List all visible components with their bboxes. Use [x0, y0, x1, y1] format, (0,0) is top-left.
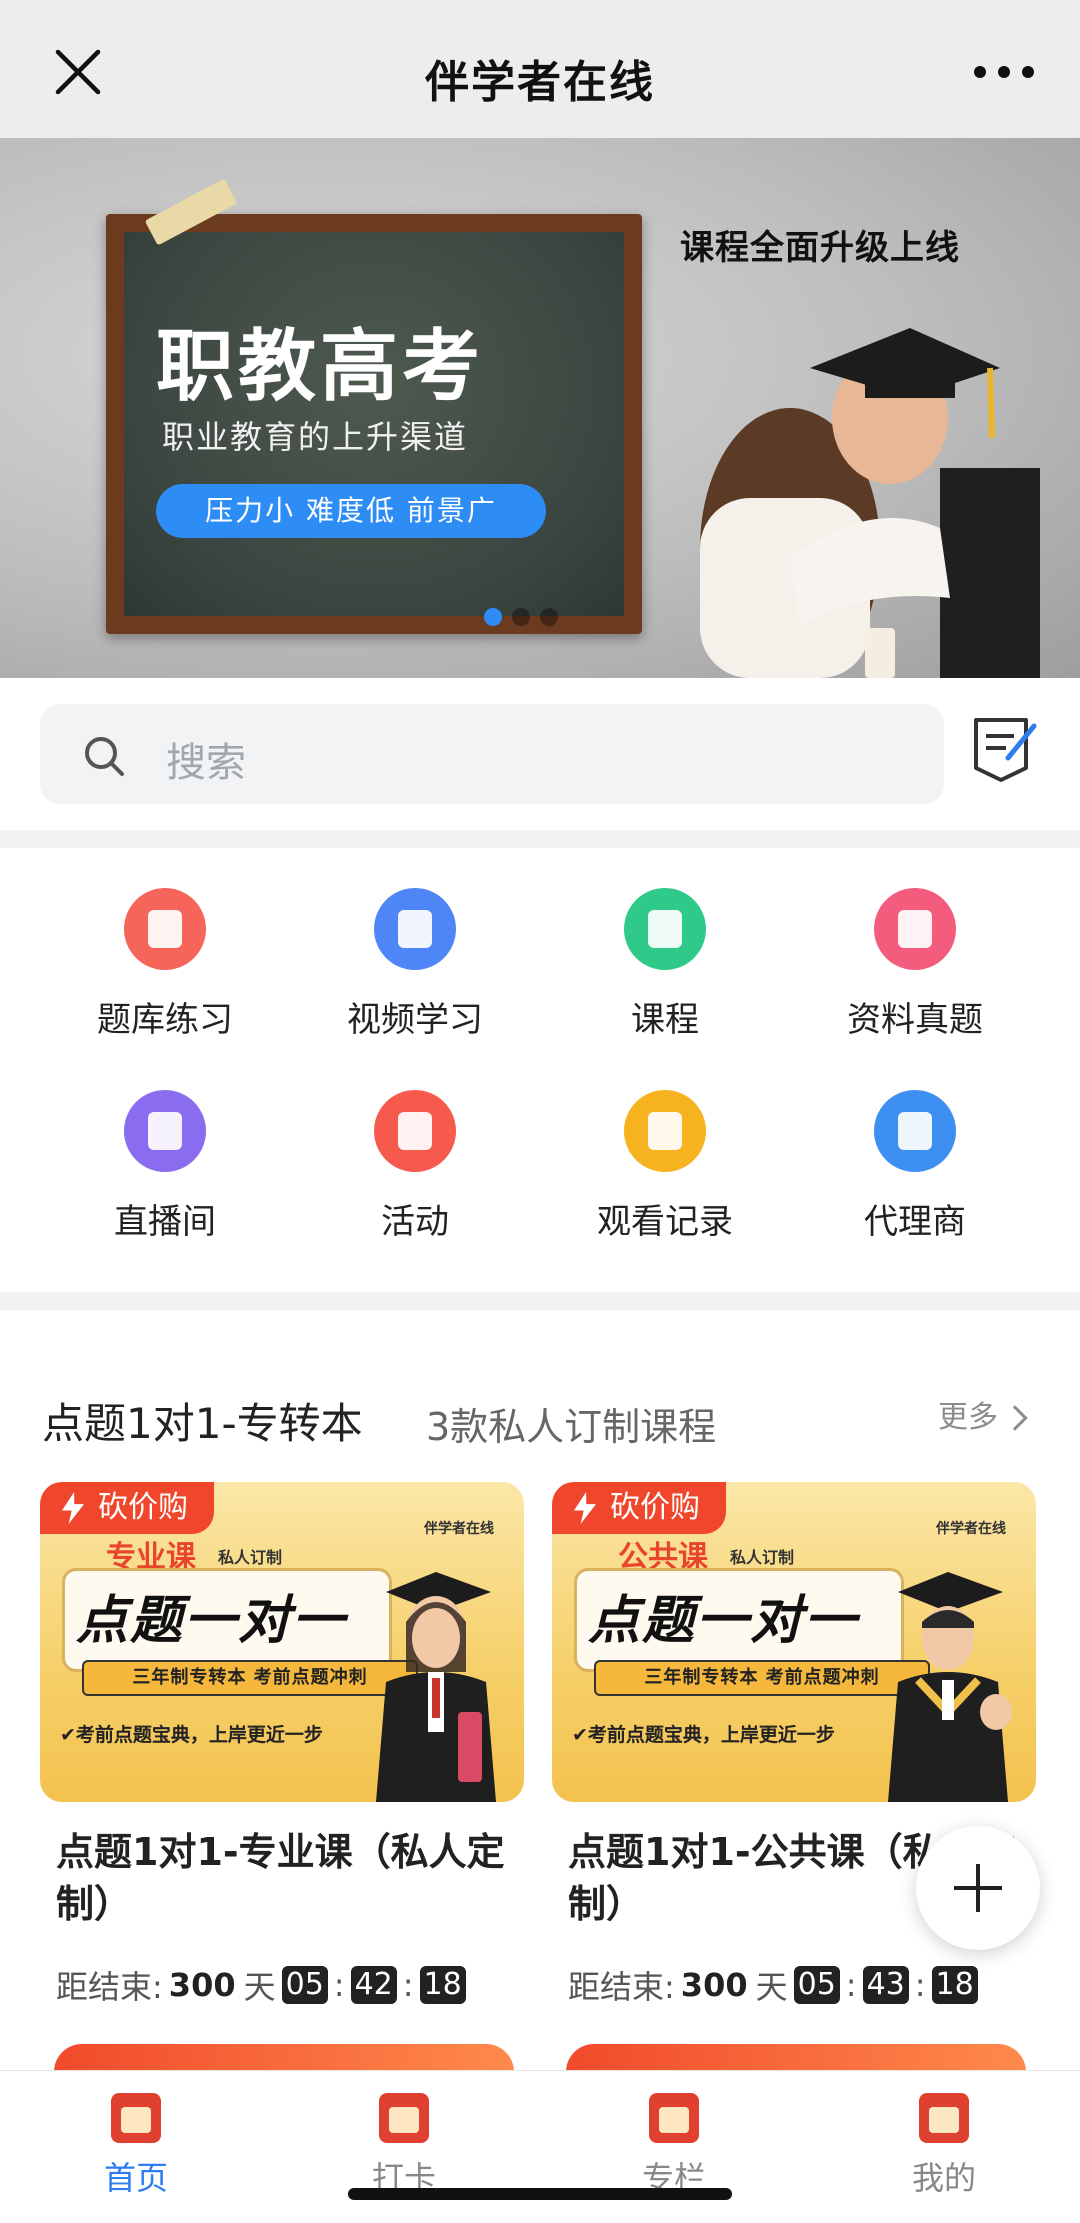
banner-headline: 职教高考 [156, 322, 485, 412]
search-input[interactable]: 搜索 [40, 704, 944, 804]
tab-checkin[interactable]: 打卡 [324, 2093, 484, 2199]
grid-item-label: 观看记录 [597, 1202, 733, 1242]
home-fortune-icon [111, 2093, 161, 2143]
graduates-photo [700, 328, 1040, 678]
grid-item-course[interactable]: 课程 [540, 888, 790, 1041]
custom-label: 私人订制 [218, 1548, 283, 1567]
top-nav-bar: 伴学者在线 [0, 0, 1080, 138]
video-icon [374, 888, 456, 970]
bargain-tag: 砍价购 [40, 1482, 214, 1534]
carousel-dot[interactable] [512, 608, 530, 626]
brand-logo-text: 伴学者在线 [424, 1521, 494, 1537]
history-icon [624, 1090, 706, 1172]
banner-pill: 压力小 难度低 前景广 [156, 484, 546, 538]
course-card[interactable]: 砍价购 专业课 私人订制 伴学者在线 点题一对一 三年制专转本 考前点题冲刺 ✔… [40, 1482, 524, 2104]
lightning-icon [62, 1492, 84, 1524]
chevron-right-icon [1002, 1405, 1028, 1431]
tab-home[interactable]: 首页 [56, 2093, 216, 2199]
tab-label: 首页 [103, 2159, 168, 2197]
grid-item-video[interactable]: 视频学习 [290, 888, 540, 1041]
chalkboard-graphic: 职教高考 职业教育的上升渠道 压力小 难度低 前景广 [106, 178, 642, 634]
banner-subtitle: 职业教育的上升渠道 [162, 418, 469, 456]
search-row: 搜索 [0, 678, 1080, 830]
grid-item-label: 活动 [381, 1202, 449, 1242]
feature-grid: 题库练习 视频学习 课程 资料真题 直播间 活动 观看记录 代理商 [0, 848, 1080, 1292]
grid-item-label: 课程 [631, 1000, 699, 1040]
countdown-minutes: 43 [862, 1966, 909, 2004]
more-link[interactable]: 更多 [938, 1392, 1028, 1436]
carousel-dot-active[interactable] [484, 608, 502, 626]
lightning-icon [574, 1492, 596, 1524]
countdown-day-unit: 天 [755, 1968, 788, 2006]
search-icon [85, 737, 124, 776]
promo-banner[interactable]: 职教高考 职业教育的上升渠道 压力小 难度低 前景广 课程全面升级上线 [0, 138, 1080, 678]
grid-item-label: 题库练习 [97, 1000, 233, 1040]
grid-item-history[interactable]: 观看记录 [540, 1090, 790, 1243]
grid-item-agent[interactable]: 代理商 [790, 1090, 1040, 1243]
profile-icon [919, 2093, 969, 2143]
course-section: 点题1对1-专转本 3款私人订制课程 更多 砍价购 专业课 私人订制 伴学者在线… [0, 1310, 1080, 2104]
countdown: 距结束: 300 天 05: 42: 18 [56, 1962, 472, 2008]
more-label: 更多 [938, 1400, 998, 1435]
grid-item-label: 资料真题 [847, 1000, 983, 1040]
section-title: 点题1对1-专转本 [42, 1399, 363, 1448]
course-card-image[interactable]: 砍价购 公共课 私人订制 伴学者在线 点题一对一 三年制专转本 考前点题冲刺 ✔… [552, 1482, 1036, 1802]
countdown-hours: 05 [793, 1966, 840, 2004]
column-icon [649, 2093, 699, 2143]
custom-label: 私人订制 [730, 1548, 795, 1567]
page-title: 伴学者在线 [425, 57, 655, 108]
agent-icon [874, 1090, 956, 1172]
bottom-tab-bar: 首页 打卡 专栏 我的 [0, 2070, 1080, 2223]
home-indicator [348, 2188, 732, 2200]
folder-icon [874, 888, 956, 970]
brand-logo-text: 伴学者在线 [936, 1521, 1006, 1537]
add-button[interactable] [916, 1826, 1040, 1950]
tab-column[interactable]: 专栏 [594, 2093, 754, 2199]
flame-icon [374, 1090, 456, 1172]
grid-item-activity[interactable]: 活动 [290, 1090, 540, 1243]
countdown-day-unit: 天 [243, 1968, 276, 2006]
notes-icon[interactable] [968, 712, 1040, 784]
countdown-days: 300 [680, 1966, 748, 2004]
countdown-hours: 05 [281, 1966, 328, 2004]
bargain-tag: 砍价购 [552, 1482, 726, 1534]
grid-item-label: 视频学习 [347, 1000, 483, 1040]
countdown: 距结束: 300 天 05: 43: 18 [568, 1962, 984, 2008]
graduate-illustration [376, 1572, 496, 1802]
card-headline: 点题一对一 [588, 1591, 859, 1651]
grid-item-question-bank[interactable]: 题库练习 [40, 888, 290, 1041]
question-bank-icon [124, 888, 206, 970]
grid-item-materials[interactable]: 资料真题 [790, 888, 1040, 1041]
countdown-days: 300 [168, 1966, 236, 2004]
course-card[interactable]: 砍价购 公共课 私人订制 伴学者在线 点题一对一 三年制专转本 考前点题冲刺 ✔… [552, 1482, 1036, 2104]
course-icon [624, 888, 706, 970]
countdown-label: 距结束: [56, 1968, 163, 2006]
tab-profile[interactable]: 我的 [864, 2093, 1024, 2199]
countdown-minutes: 42 [350, 1966, 397, 2004]
carousel-dot[interactable] [540, 608, 558, 626]
countdown-seconds: 18 [931, 1966, 978, 2004]
grid-item-live[interactable]: 直播间 [40, 1090, 290, 1243]
more-options-icon[interactable] [974, 62, 1034, 82]
checkin-icon [379, 2093, 429, 2143]
card-headline: 点题一对一 [76, 1591, 347, 1651]
banner-slogan: 课程全面升级上线 [680, 228, 960, 268]
course-title[interactable]: 点题1对1-专业课（私人定制） [56, 1826, 516, 1930]
countdown-seconds: 18 [419, 1966, 466, 2004]
card-tagline: ✔考前点题宝典，上岸更近一步 [60, 1724, 323, 1746]
tab-label: 我的 [911, 2159, 976, 2197]
card-tagline: ✔考前点题宝典，上岸更近一步 [572, 1724, 835, 1746]
graduate-illustration [888, 1572, 1012, 1802]
countdown-label: 距结束: [568, 1968, 675, 2006]
search-placeholder: 搜索 [166, 740, 246, 786]
live-tv-icon [124, 1090, 206, 1172]
grid-item-label: 代理商 [864, 1202, 966, 1242]
section-subtitle: 3款私人订制课程 [426, 1405, 717, 1449]
course-card-image[interactable]: 砍价购 专业课 私人订制 伴学者在线 点题一对一 三年制专转本 考前点题冲刺 ✔… [40, 1482, 524, 1802]
carousel-dots [484, 608, 558, 626]
grid-item-label: 直播间 [114, 1202, 216, 1242]
